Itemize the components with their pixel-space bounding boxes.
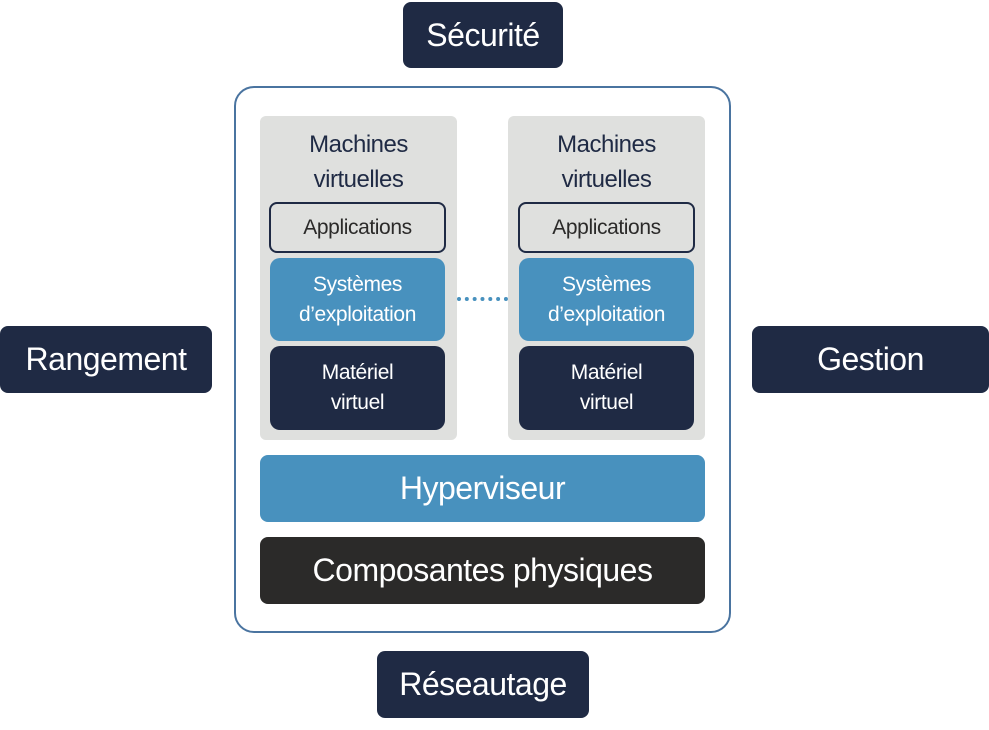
vm-1-virtual-hardware: Matériel virtuel: [270, 346, 445, 430]
os-line: Systèmes: [562, 272, 651, 296]
physical-components-layer: Composantes physiques: [260, 537, 705, 604]
vm-title-line: virtuelles: [561, 166, 652, 193]
vm-2-title: Machines virtuelles: [508, 126, 705, 198]
os-line: d’exploitation: [548, 302, 665, 326]
hw-line: virtuel: [579, 391, 634, 414]
vm-title-line: Machines: [557, 131, 656, 158]
vm-title-line: Machines: [309, 131, 408, 158]
vm-2-applications: Applications: [518, 202, 695, 253]
vm-1-title: Machines virtuelles: [260, 126, 457, 198]
vm-title-line: virtuelles: [313, 166, 404, 193]
hw-line: Matériel: [570, 361, 643, 384]
gestion-label: Gestion: [752, 326, 989, 393]
os-line: d’exploitation: [299, 302, 416, 326]
vm-2-virtual-hardware: Matériel virtuel: [519, 346, 694, 430]
vm-2-os: Systèmes d’exploitation: [519, 258, 694, 341]
os-line: Systèmes: [313, 272, 402, 296]
securite-label: Sécurité: [403, 2, 563, 68]
reseautage-label: Réseautage: [377, 651, 589, 718]
hw-line: Matériel: [321, 361, 394, 384]
dotted-connector: [457, 297, 508, 301]
hypervisor-layer: Hyperviseur: [260, 455, 705, 522]
hw-line: virtuel: [330, 391, 385, 414]
vm-1-applications: Applications: [269, 202, 446, 253]
vm-1-os: Systèmes d’exploitation: [270, 258, 445, 341]
rangement-label: Rangement: [0, 326, 212, 393]
